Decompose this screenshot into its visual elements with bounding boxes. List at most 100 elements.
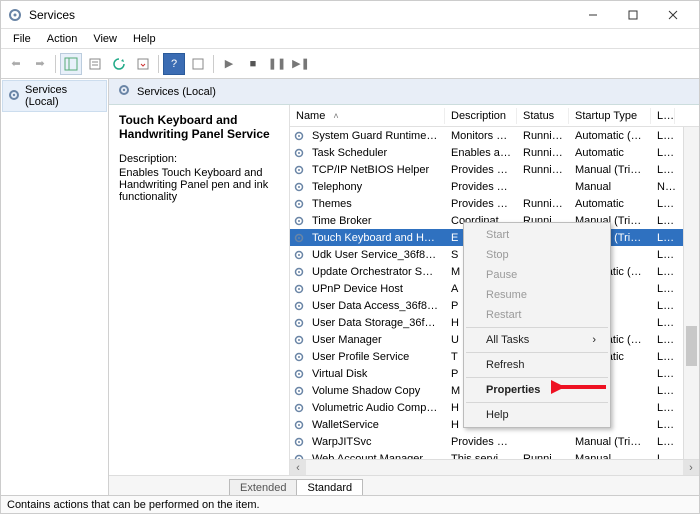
sort-indicator-icon: ˄ xyxy=(333,111,338,121)
context-help[interactable]: Help xyxy=(464,405,610,425)
maximize-button[interactable] xyxy=(613,1,653,29)
menu-action[interactable]: Action xyxy=(39,32,86,46)
view-tabs: Extended Standard xyxy=(109,475,699,495)
cell-startup-type: Manual (Trigg... xyxy=(569,163,651,177)
context-stop[interactable]: Stop xyxy=(464,245,610,265)
forward-button[interactable]: ➡ xyxy=(29,53,51,75)
cell-log-on-as: Loc xyxy=(651,197,675,211)
tree-root-label: Services (Local) xyxy=(25,84,102,108)
cell-status: Running xyxy=(517,197,569,211)
gear-icon xyxy=(292,248,306,262)
column-startup-type[interactable]: Startup Type xyxy=(569,108,651,124)
context-resume[interactable]: Resume xyxy=(464,285,610,305)
cell-description: Provides a JI... xyxy=(445,435,517,449)
menu-help[interactable]: Help xyxy=(125,32,164,46)
pause-toolbar-button[interactable]: ❚❚ xyxy=(266,53,288,75)
context-start[interactable]: Start xyxy=(464,225,610,245)
cell-name: WalletService xyxy=(306,418,445,432)
list-header: Name˄ Description Status Startup Type Lo… xyxy=(290,105,699,127)
close-button[interactable] xyxy=(653,1,693,29)
cell-status: Running xyxy=(517,452,569,460)
scroll-right-button[interactable]: › xyxy=(683,460,699,475)
cell-status: Running xyxy=(517,129,569,143)
cell-log-on-as: Loc xyxy=(651,129,675,143)
column-log-on-as[interactable]: Log xyxy=(651,108,675,124)
cell-description: This service i... xyxy=(445,452,517,460)
context-pause[interactable]: Pause xyxy=(464,265,610,285)
menu-separator xyxy=(466,352,608,353)
cell-startup-type: Manual xyxy=(569,452,651,460)
tab-standard[interactable]: Standard xyxy=(296,479,363,495)
cell-log-on-as: Loc xyxy=(651,452,675,460)
column-status[interactable]: Status xyxy=(517,108,569,124)
app-icon xyxy=(7,7,23,23)
gear-icon xyxy=(292,265,306,279)
pane-header-title: Services (Local) xyxy=(137,86,216,98)
gear-icon xyxy=(292,180,306,194)
cell-status: Running xyxy=(517,146,569,160)
gear-icon xyxy=(292,350,306,364)
description-label: Description: xyxy=(119,153,279,165)
properties-toolbar-button[interactable] xyxy=(84,53,106,75)
restart-toolbar-button[interactable]: ▶❚ xyxy=(290,53,312,75)
table-row[interactable]: TelephonyProvides Tel...ManualNe xyxy=(290,178,699,195)
cell-log-on-as: Loc xyxy=(651,418,675,432)
table-row[interactable]: TCP/IP NetBIOS HelperProvides sup...Runn… xyxy=(290,161,699,178)
table-row[interactable]: Web Account ManagerThis service i...Runn… xyxy=(290,450,699,459)
cell-log-on-as: Ne xyxy=(651,180,675,194)
minimize-button[interactable] xyxy=(573,1,613,29)
tree-pane: Services (Local) xyxy=(1,79,109,495)
status-text: Contains actions that can be performed o… xyxy=(7,499,260,511)
refresh-toolbar-button[interactable] xyxy=(108,53,130,75)
gear-icon xyxy=(292,452,306,460)
context-all-tasks[interactable]: All Tasks› xyxy=(464,330,610,350)
scrollbar-thumb[interactable] xyxy=(686,326,697,366)
gear-icon xyxy=(292,401,306,415)
toolbar-separator xyxy=(158,55,159,73)
tree-root-node[interactable]: Services (Local) xyxy=(2,80,107,112)
tab-extended[interactable]: Extended xyxy=(229,479,297,495)
cell-log-on-as: Loc xyxy=(651,214,675,228)
menu-file[interactable]: File xyxy=(5,32,39,46)
cell-name: User Profile Service xyxy=(306,350,445,364)
gear-icon xyxy=(292,197,306,211)
column-name[interactable]: Name˄ xyxy=(290,108,445,124)
table-row[interactable]: WarpJITSvcProvides a JI...Manual (Trigg.… xyxy=(290,433,699,450)
gear-icon xyxy=(7,88,21,105)
cell-name: Update Orchestrator Service xyxy=(306,265,445,279)
back-button[interactable]: ⬅ xyxy=(5,53,27,75)
title-bar: Services xyxy=(1,1,699,29)
cell-log-on-as: Loc xyxy=(651,146,675,160)
stop-toolbar-button[interactable]: ■ xyxy=(242,53,264,75)
show-hide-tree-button[interactable] xyxy=(60,53,82,75)
table-row[interactable]: ThemesProvides use...RunningAutomaticLoc xyxy=(290,195,699,212)
export-button[interactable] xyxy=(132,53,154,75)
cell-log-on-as: Loc xyxy=(651,384,675,398)
menu-separator xyxy=(466,327,608,328)
vertical-scrollbar[interactable] xyxy=(683,127,699,459)
cell-name: User Data Storage_36f8df3 xyxy=(306,316,445,330)
gear-icon xyxy=(292,367,306,381)
gear-icon xyxy=(292,333,306,347)
horizontal-scrollbar[interactable]: ‹ › xyxy=(290,459,699,475)
column-description[interactable]: Description xyxy=(445,108,517,124)
context-refresh[interactable]: Refresh xyxy=(464,355,610,375)
cell-startup-type: Automatic xyxy=(569,197,651,211)
cell-startup-type: Manual (Trigg... xyxy=(569,435,651,449)
help-toolbar-button[interactable]: ? xyxy=(163,53,185,75)
cell-name: Telephony xyxy=(306,180,445,194)
unknown-toolbar-button[interactable] xyxy=(187,53,209,75)
toolbar-separator xyxy=(213,55,214,73)
cell-startup-type: Manual xyxy=(569,180,651,194)
start-toolbar-button[interactable]: ▶ xyxy=(218,53,240,75)
cell-name: Virtual Disk xyxy=(306,367,445,381)
table-row[interactable]: Task SchedulerEnables a us...RunningAuto… xyxy=(290,144,699,161)
status-bar: Contains actions that can be performed o… xyxy=(1,495,699,513)
cell-name: Volume Shadow Copy xyxy=(306,384,445,398)
window-title: Services xyxy=(29,8,573,22)
table-row[interactable]: System Guard Runtime Mon...Monitors an..… xyxy=(290,127,699,144)
context-restart[interactable]: Restart xyxy=(464,305,610,325)
menu-view[interactable]: View xyxy=(85,32,125,46)
gear-icon xyxy=(292,384,306,398)
scroll-left-button[interactable]: ‹ xyxy=(290,460,306,475)
